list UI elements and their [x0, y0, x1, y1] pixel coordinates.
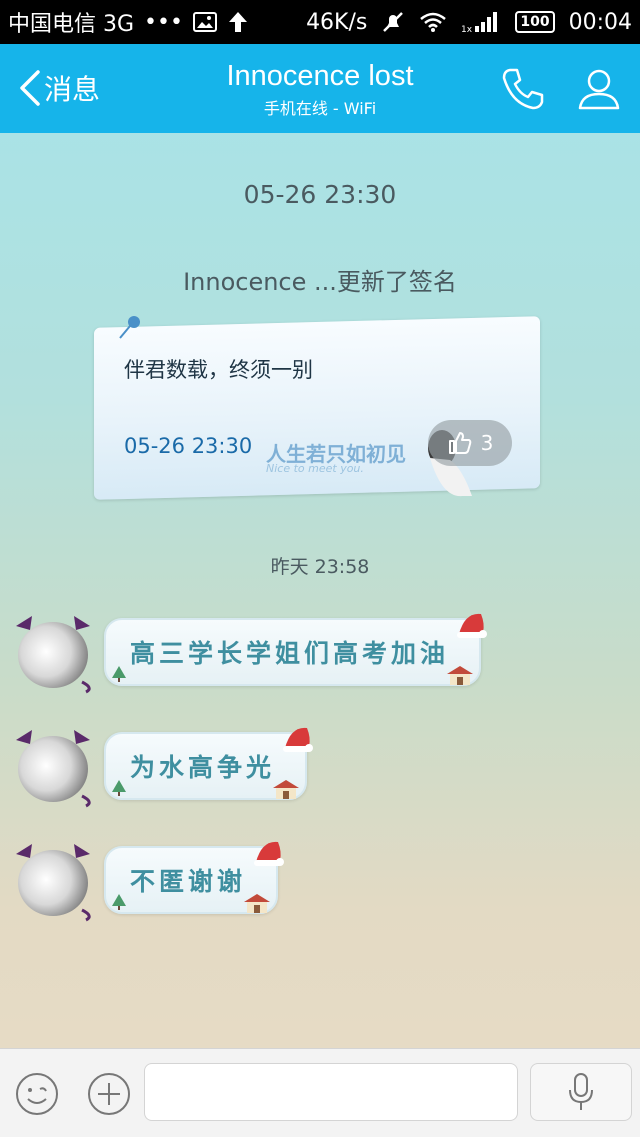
message-bubble[interactable]: 高三学长学姐们高考加油 [104, 613, 488, 686]
like-button[interactable]: 3 [428, 420, 512, 466]
thumbs-up-icon [448, 432, 471, 454]
wifi-icon [419, 11, 447, 33]
signature-time: 05-26 23:30 [124, 434, 253, 458]
mute-icon [381, 10, 405, 34]
message-input[interactable] [144, 1063, 518, 1121]
more-button[interactable] [86, 1071, 132, 1121]
svg-text:1x: 1x [461, 25, 473, 34]
timestamp: 05-26 23:30 [243, 180, 397, 209]
message-bubble[interactable]: 不匿谢谢 [104, 841, 285, 914]
profile-button[interactable] [576, 66, 622, 116]
network-speed: 46K/s [306, 9, 368, 35]
person-icon [578, 69, 620, 110]
message-text: 为水高争光 [130, 753, 276, 782]
like-count: 3 [480, 431, 494, 455]
avatar[interactable] [12, 726, 94, 808]
signature-text: 伴君数载，终须一别 [124, 358, 313, 382]
call-button[interactable] [500, 66, 546, 116]
chat-header: 消息 Innocence lost 手机在线 - WiFi [0, 44, 640, 133]
tree-icon [112, 780, 126, 796]
santa-hat-icon [457, 613, 488, 638]
santa-hat-icon [283, 727, 314, 752]
status-bar: 中国电信 3G ••• 46K/s 1x 100 00:04 [0, 0, 640, 44]
input-bar [0, 1048, 640, 1137]
snow-house-icon [273, 780, 300, 799]
microphone-icon [569, 1073, 593, 1110]
signal-icon: 1x [461, 10, 501, 34]
snow-house-icon [244, 894, 271, 913]
notification-dots: ••• [144, 9, 183, 35]
message-row: 为水高争光 [12, 726, 314, 808]
plus-icon [88, 1073, 130, 1115]
message-row: 不匿谢谢 [12, 840, 285, 922]
tree-icon [112, 666, 126, 682]
timestamp: 昨天 23:58 [270, 556, 370, 578]
message-text: 高三学长学姐们高考加油 [130, 639, 450, 668]
avatar[interactable] [12, 612, 94, 694]
avatar[interactable] [12, 840, 94, 922]
carrier-label: 中国电信 3G [8, 12, 135, 37]
santa-hat-icon [254, 841, 285, 866]
smiley-icon [16, 1073, 58, 1115]
signature-update-notice: Innocence ...更新了签名 [183, 268, 457, 296]
message-text: 不匿谢谢 [130, 867, 247, 896]
emoji-button[interactable] [14, 1071, 60, 1121]
signature-decoration-subtext: Nice to meet you. [266, 462, 364, 475]
snow-house-icon [447, 666, 474, 685]
upload-arrow-icon [227, 10, 249, 34]
signature-card[interactable]: 伴君数载，终须一别 05-26 23:30 人生若只如初见 Nice to me… [94, 316, 540, 500]
image-icon [192, 12, 217, 32]
battery-indicator: 100 [515, 11, 555, 33]
message-row: 高三学长学姐们高考加油 [12, 612, 488, 694]
clock: 00:04 [568, 9, 632, 35]
phone-icon [502, 68, 544, 110]
pushpin-icon [119, 316, 140, 339]
tree-icon [112, 894, 126, 910]
message-bubble[interactable]: 为水高争光 [104, 727, 314, 800]
voice-button[interactable] [530, 1063, 632, 1121]
